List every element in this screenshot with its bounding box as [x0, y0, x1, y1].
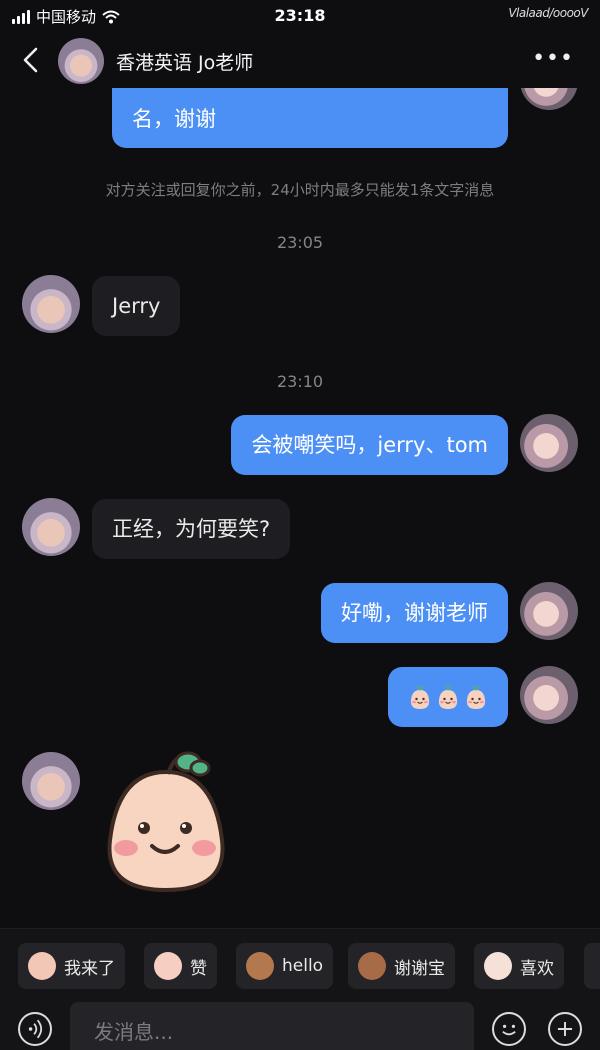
message-list: 名，谢谢 对方关注或回复你之前，24小时内最多只能发1条文字消息 23:05 J… — [0, 88, 600, 926]
contact-avatar[interactable] — [22, 752, 80, 810]
contact-avatar[interactable] — [58, 38, 104, 84]
peach-sticker[interactable] — [96, 750, 236, 900]
quick-reply-label: hello — [282, 956, 324, 976]
message-text: 正经，为何要笑? — [112, 517, 271, 541]
status-bar: 中国移动 23:18 Vlalaad/ooooV — [0, 0, 600, 32]
more-options-icon[interactable]: ••• — [532, 46, 574, 71]
message-composer: 发消息... — [0, 1002, 600, 1050]
quick-reply-label: 赞 — [190, 958, 207, 979]
quick-reply-chip[interactable]: hello — [236, 943, 334, 989]
timestamp: 23:10 — [276, 372, 324, 391]
peach-emoji-icon — [438, 685, 458, 709]
message-outgoing[interactable]: 好嘞，谢谢老师 — [321, 583, 508, 643]
message-text: Jerry — [112, 294, 161, 318]
my-avatar[interactable] — [520, 666, 578, 724]
quick-reply-chip-partial[interactable] — [584, 943, 600, 989]
add-icon[interactable] — [548, 1012, 582, 1046]
my-avatar[interactable] — [520, 88, 578, 110]
sticker-icon — [154, 952, 182, 980]
quick-reply-chip[interactable]: 喜欢 — [474, 943, 564, 989]
my-avatar[interactable] — [520, 414, 578, 472]
message-text: 会被嘲笑吗，jerry、tom — [251, 433, 488, 457]
contact-name: 香港英语 Jo老师 — [116, 52, 254, 74]
message-outgoing-partial[interactable]: 名，谢谢 — [112, 88, 508, 148]
peach-emoji-icon — [466, 685, 486, 709]
message-text: 名，谢谢 — [132, 107, 216, 131]
message-input[interactable]: 发消息... — [70, 1002, 474, 1050]
quick-reply-label: 喜欢 — [520, 958, 554, 979]
quick-reply-label: 我来了 — [64, 958, 115, 979]
chat-header: 香港英语 Jo老师 ••• — [0, 34, 600, 88]
message-incoming[interactable]: 正经，为何要笑? — [92, 499, 291, 559]
contact-avatar[interactable] — [22, 275, 80, 333]
timestamp: 23:05 — [276, 233, 324, 252]
message-incoming[interactable]: Jerry — [92, 276, 181, 336]
message-outgoing-emoji[interactable] — [388, 667, 508, 727]
voice-input-icon[interactable] — [18, 1012, 52, 1046]
quick-reply-label: 谢谢宝 — [394, 958, 445, 979]
contact-avatar[interactable] — [22, 498, 80, 556]
emoji-icon[interactable] — [492, 1012, 526, 1046]
sticker-icon — [484, 952, 512, 980]
my-avatar[interactable] — [520, 582, 578, 640]
peach-emoji-icon — [410, 685, 430, 709]
monkey-sticker-icon — [358, 952, 386, 980]
sticker-icon — [28, 952, 56, 980]
quick-reply-chip[interactable]: 谢谢宝 — [348, 943, 455, 989]
back-arrow-icon[interactable] — [20, 46, 44, 74]
status-right-text: Vlalaad/ooooV — [508, 6, 588, 20]
quick-reply-chip[interactable]: 赞 — [144, 943, 217, 989]
messaging-limit-notice: 对方关注或回复你之前，24小时内最多只能发1条文字消息 — [105, 181, 495, 199]
quick-reply-bar: 我来了 赞 hello 谢谢宝 喜欢 — [0, 928, 600, 1002]
quick-reply-chip[interactable]: 我来了 — [18, 943, 125, 989]
message-outgoing[interactable]: 会被嘲笑吗，jerry、tom — [231, 415, 508, 475]
monkey-sticker-icon — [246, 952, 274, 980]
message-text: 好嘞，谢谢老师 — [341, 601, 488, 625]
